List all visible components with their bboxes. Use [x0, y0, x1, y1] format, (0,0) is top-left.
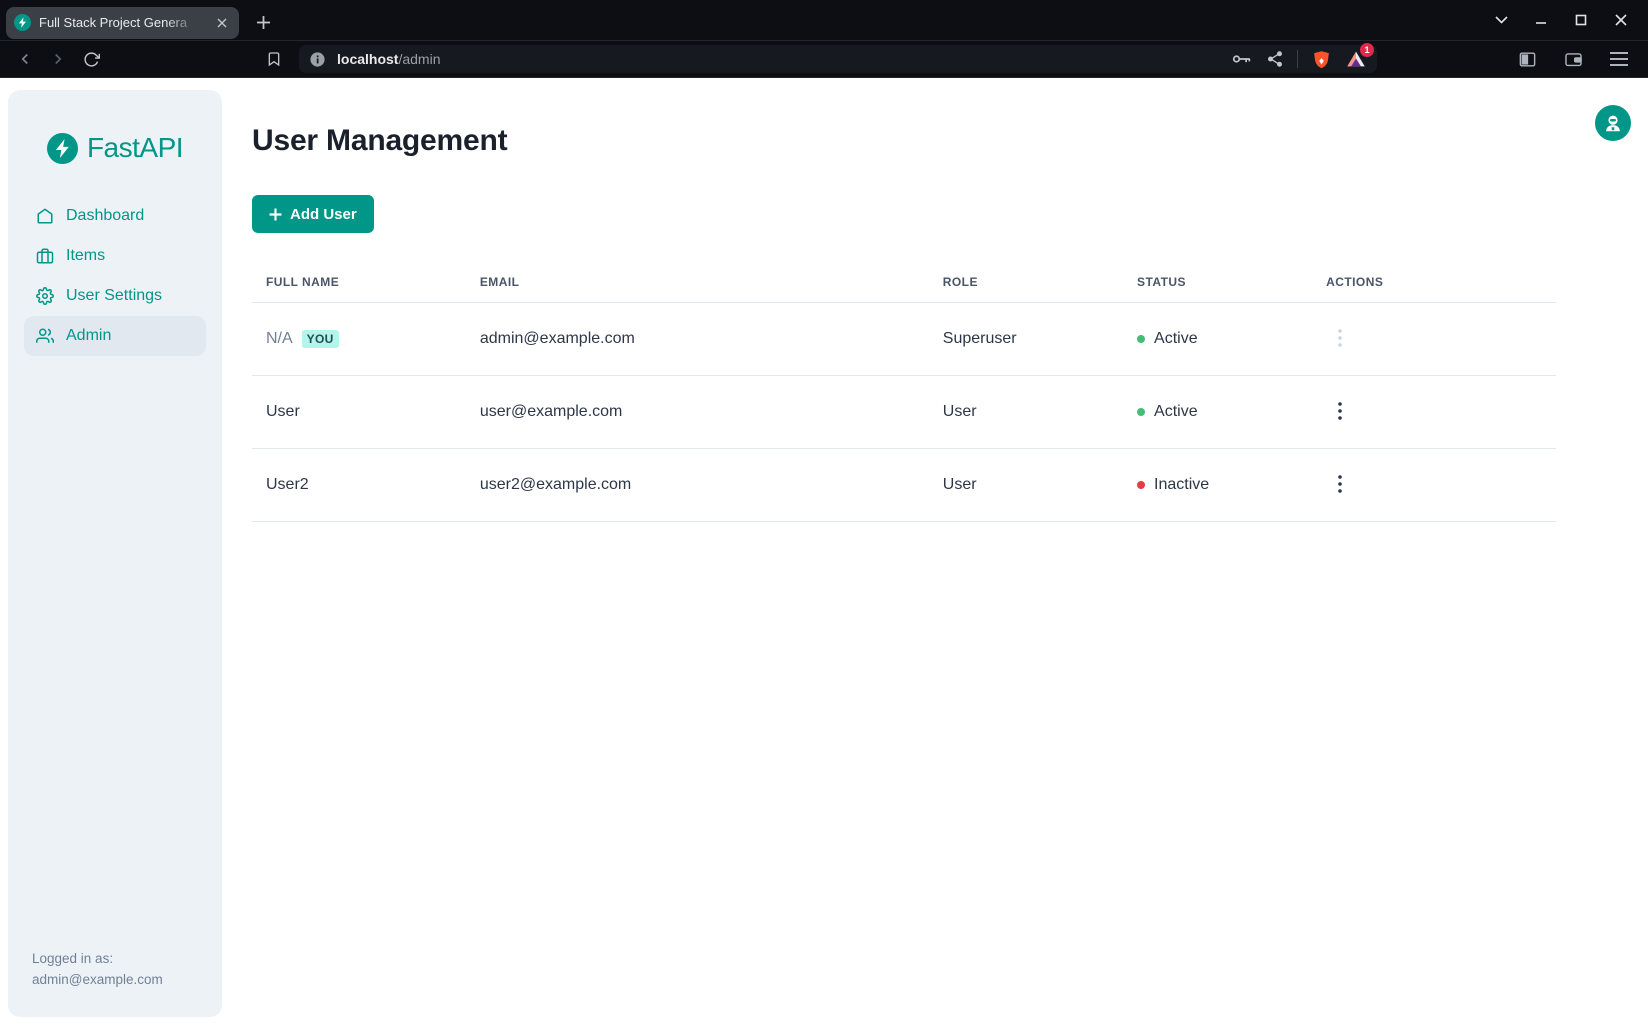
kebab-menu-icon [1338, 475, 1342, 493]
url-text: localhost/admin [337, 51, 441, 67]
main-panel: User Management Add User FULL NAME EMAIL… [252, 78, 1556, 522]
sidebar-nav: Dashboard Items User Settings [8, 196, 222, 356]
user-email: user2@example.com [466, 449, 929, 522]
col-header-full-name: FULL NAME [252, 261, 466, 303]
col-header-actions: ACTIONS [1312, 261, 1556, 303]
tab-title: Full Stack Project Genera [39, 15, 205, 30]
window-maximize-button[interactable] [1568, 7, 1594, 33]
col-header-status: STATUS [1123, 261, 1312, 303]
home-icon [36, 207, 54, 225]
status-text: Active [1154, 330, 1198, 348]
sidebar-toggle-icon[interactable] [1514, 46, 1540, 72]
status-text: Active [1154, 403, 1198, 421]
sidebar-item-label: Admin [66, 327, 111, 345]
user-role: Superuser [929, 303, 1123, 376]
status-dot [1137, 335, 1145, 343]
user-full-name: User2 [266, 476, 309, 493]
briefcase-icon [36, 247, 54, 265]
password-key-icon[interactable] [1231, 48, 1253, 70]
user-role: User [929, 449, 1123, 522]
sidebar-item-items[interactable]: Items [24, 236, 206, 276]
url-path: /admin [398, 51, 440, 67]
row-actions-menu-button[interactable] [1330, 398, 1350, 427]
gear-icon [36, 287, 54, 305]
row-actions-menu-button [1330, 325, 1350, 354]
kebab-menu-icon [1338, 402, 1342, 420]
page-content: FastAPI Dashboard Items User Set [0, 78, 1648, 1025]
users-table: FULL NAME EMAIL ROLE STATUS ACTIONS N/A Y… [252, 261, 1556, 522]
browser-titlebar: Full Stack Project Genera [0, 0, 1648, 40]
tab-search-chevron-icon[interactable] [1488, 7, 1514, 33]
kebab-menu-icon [1338, 329, 1342, 347]
sidebar-item-label: Items [66, 247, 105, 265]
sidebar-item-admin[interactable]: Admin [24, 316, 206, 356]
menu-hamburger-icon[interactable] [1606, 46, 1632, 72]
divider [1297, 50, 1298, 68]
user-full-name: User [266, 403, 300, 420]
status-text: Inactive [1154, 476, 1209, 494]
logged-in-email: admin@example.com [32, 969, 163, 991]
window-close-button[interactable] [1608, 7, 1634, 33]
table-row: User2 user2@example.com User Inactive [252, 449, 1556, 522]
fastapi-favicon-icon [14, 14, 31, 31]
sidebar-item-label: Dashboard [66, 207, 144, 225]
logged-in-label: Logged in as: [32, 948, 163, 970]
new-tab-button[interactable] [249, 9, 277, 37]
reload-button[interactable] [78, 46, 104, 72]
row-actions-menu-button[interactable] [1330, 471, 1350, 500]
back-button[interactable] [12, 46, 38, 72]
fastapi-bolt-icon [47, 133, 78, 164]
address-bar[interactable]: localhost/admin 1 [299, 45, 1377, 73]
add-user-button[interactable]: Add User [252, 195, 374, 233]
tab-close-icon[interactable] [213, 14, 231, 32]
col-header-role: ROLE [929, 261, 1123, 303]
user-astronaut-icon [1602, 112, 1624, 134]
browser-tab[interactable]: Full Stack Project Genera [6, 7, 239, 39]
users-icon [36, 327, 54, 345]
table-row: N/A YOU admin@example.com Superuser Activ… [252, 303, 1556, 376]
share-icon[interactable] [1266, 50, 1284, 68]
plus-icon [269, 208, 282, 221]
sidebar-item-user-settings[interactable]: User Settings [24, 276, 206, 316]
site-info-icon[interactable] [309, 51, 326, 68]
sidebar-item-dashboard[interactable]: Dashboard [24, 196, 206, 236]
fastapi-logo: FastAPI [8, 90, 222, 164]
forward-button[interactable] [45, 46, 71, 72]
browser-toolbar: localhost/admin 1 [0, 40, 1648, 78]
sidebar: FastAPI Dashboard Items User Set [8, 90, 222, 1017]
url-host: localhost [337, 51, 398, 67]
user-email: admin@example.com [466, 303, 929, 376]
add-user-label: Add User [290, 206, 357, 223]
status-dot [1137, 481, 1145, 489]
user-full-name: N/A [266, 330, 293, 347]
user-menu-button[interactable] [1595, 105, 1631, 141]
rewards-badge: 1 [1360, 43, 1374, 57]
you-badge: YOU [302, 330, 339, 348]
logged-in-as: Logged in as: admin@example.com [32, 948, 163, 991]
bookmark-icon[interactable] [261, 46, 287, 72]
user-role: User [929, 376, 1123, 449]
logo-text: FastAPI [87, 132, 183, 164]
window-minimize-button[interactable] [1528, 7, 1554, 33]
wallet-icon[interactable] [1560, 46, 1586, 72]
status-dot [1137, 408, 1145, 416]
brave-shield-icon[interactable] [1311, 49, 1332, 70]
sidebar-item-label: User Settings [66, 287, 162, 305]
user-email: user@example.com [466, 376, 929, 449]
brave-rewards-icon[interactable]: 1 [1345, 48, 1367, 70]
page-title: User Management [252, 124, 1556, 158]
table-row: User user@example.com User Active [252, 376, 1556, 449]
col-header-email: EMAIL [466, 261, 929, 303]
plus-icon [257, 16, 270, 29]
